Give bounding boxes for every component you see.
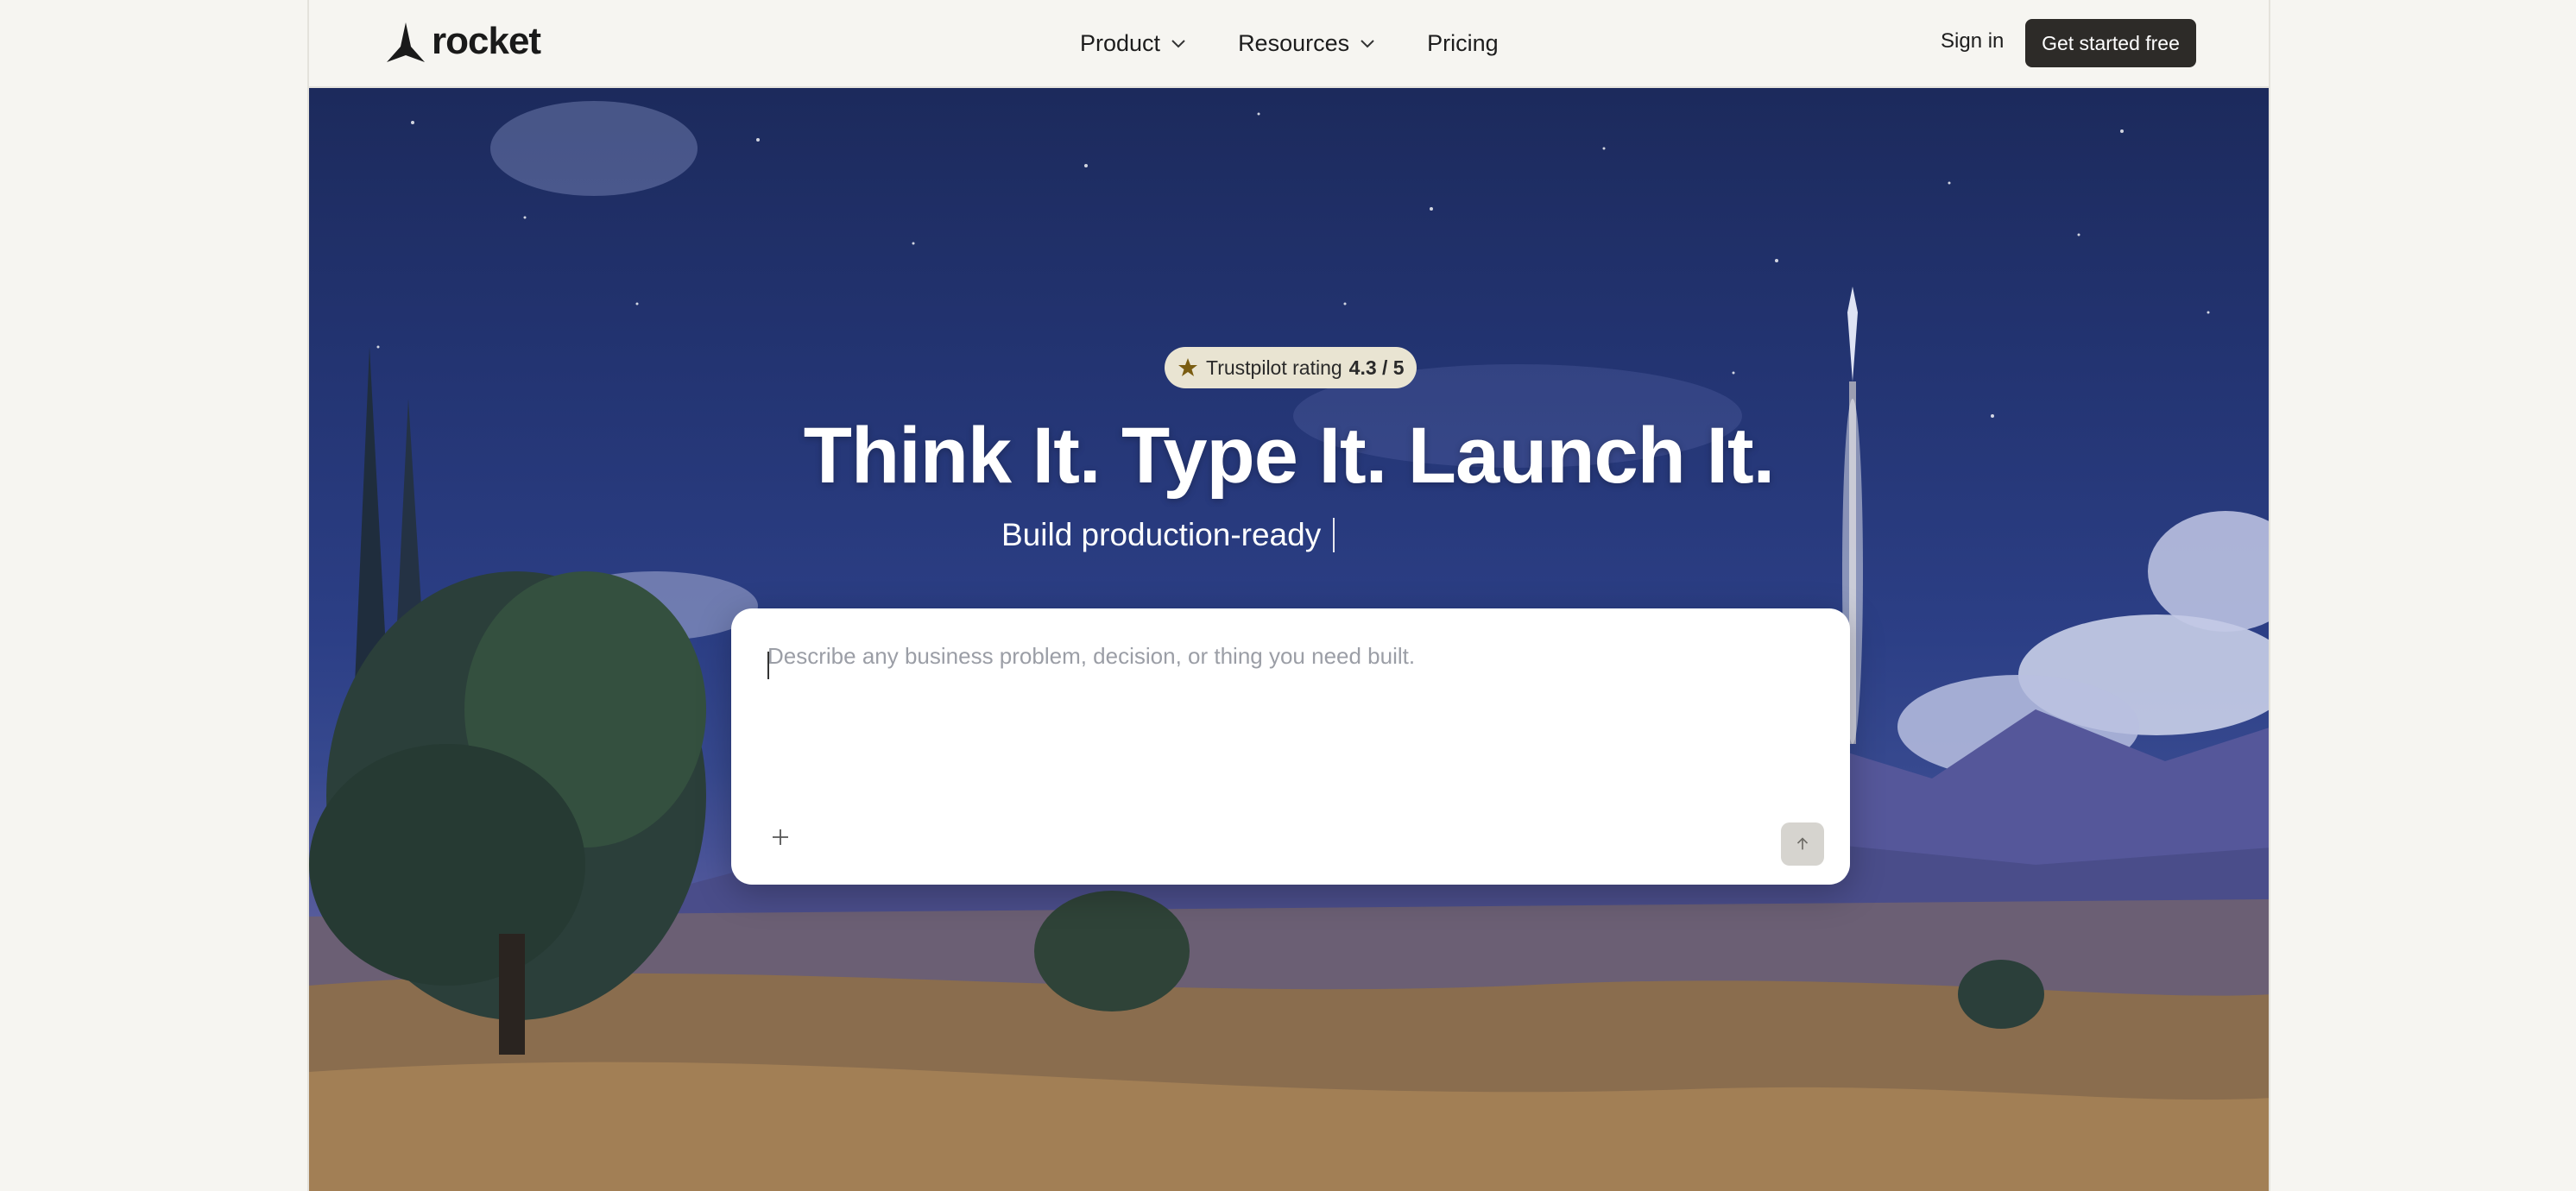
chevron-down-icon xyxy=(1171,40,1185,48)
hero-headline: Think It. Type It. Launch It. xyxy=(803,412,1775,500)
nav-product-label: Product xyxy=(1080,29,1161,56)
plus-icon xyxy=(773,829,788,845)
sign-in-link[interactable]: Sign in xyxy=(1941,29,2004,54)
page-frame: rocket Product Resources Pricing Sign in… xyxy=(307,0,2270,1191)
logo[interactable]: rocket xyxy=(383,20,541,66)
main-nav: Product Resources Pricing xyxy=(1080,0,1499,86)
arrow-up-icon xyxy=(1796,837,1809,850)
trustpilot-badge[interactable]: Trustpilot rating 4.3 / 5 xyxy=(1165,347,1417,388)
hero-subline-text: Build production-ready xyxy=(1001,517,1322,552)
typing-cursor xyxy=(1333,518,1335,553)
hero-subline: Build production-ready xyxy=(1001,516,1335,554)
nav-resources[interactable]: Resources xyxy=(1238,30,1377,57)
add-attachment-button[interactable] xyxy=(766,822,795,852)
star-icon xyxy=(1178,358,1197,376)
chevron-down-icon xyxy=(1361,40,1374,48)
nav-resources-label: Resources xyxy=(1238,29,1350,56)
rocket-logo-icon xyxy=(387,22,425,62)
nav-pricing[interactable]: Pricing xyxy=(1427,30,1499,57)
nav-pricing-label: Pricing xyxy=(1427,29,1499,56)
prompt-input[interactable] xyxy=(767,643,1803,772)
site-header: rocket Product Resources Pricing Sign in… xyxy=(309,0,2269,88)
hero-section: Trustpilot rating 4.3 / 5 Think It. Type… xyxy=(309,88,2269,1191)
nav-product[interactable]: Product xyxy=(1080,30,1188,57)
badge-label: Trustpilot rating xyxy=(1206,356,1342,379)
prompt-box xyxy=(731,608,1850,885)
send-button[interactable] xyxy=(1781,822,1824,866)
logo-text: rocket xyxy=(432,20,541,62)
badge-rating: 4.3 / 5 xyxy=(1348,356,1405,379)
get-started-button[interactable]: Get started free xyxy=(2025,19,2196,67)
